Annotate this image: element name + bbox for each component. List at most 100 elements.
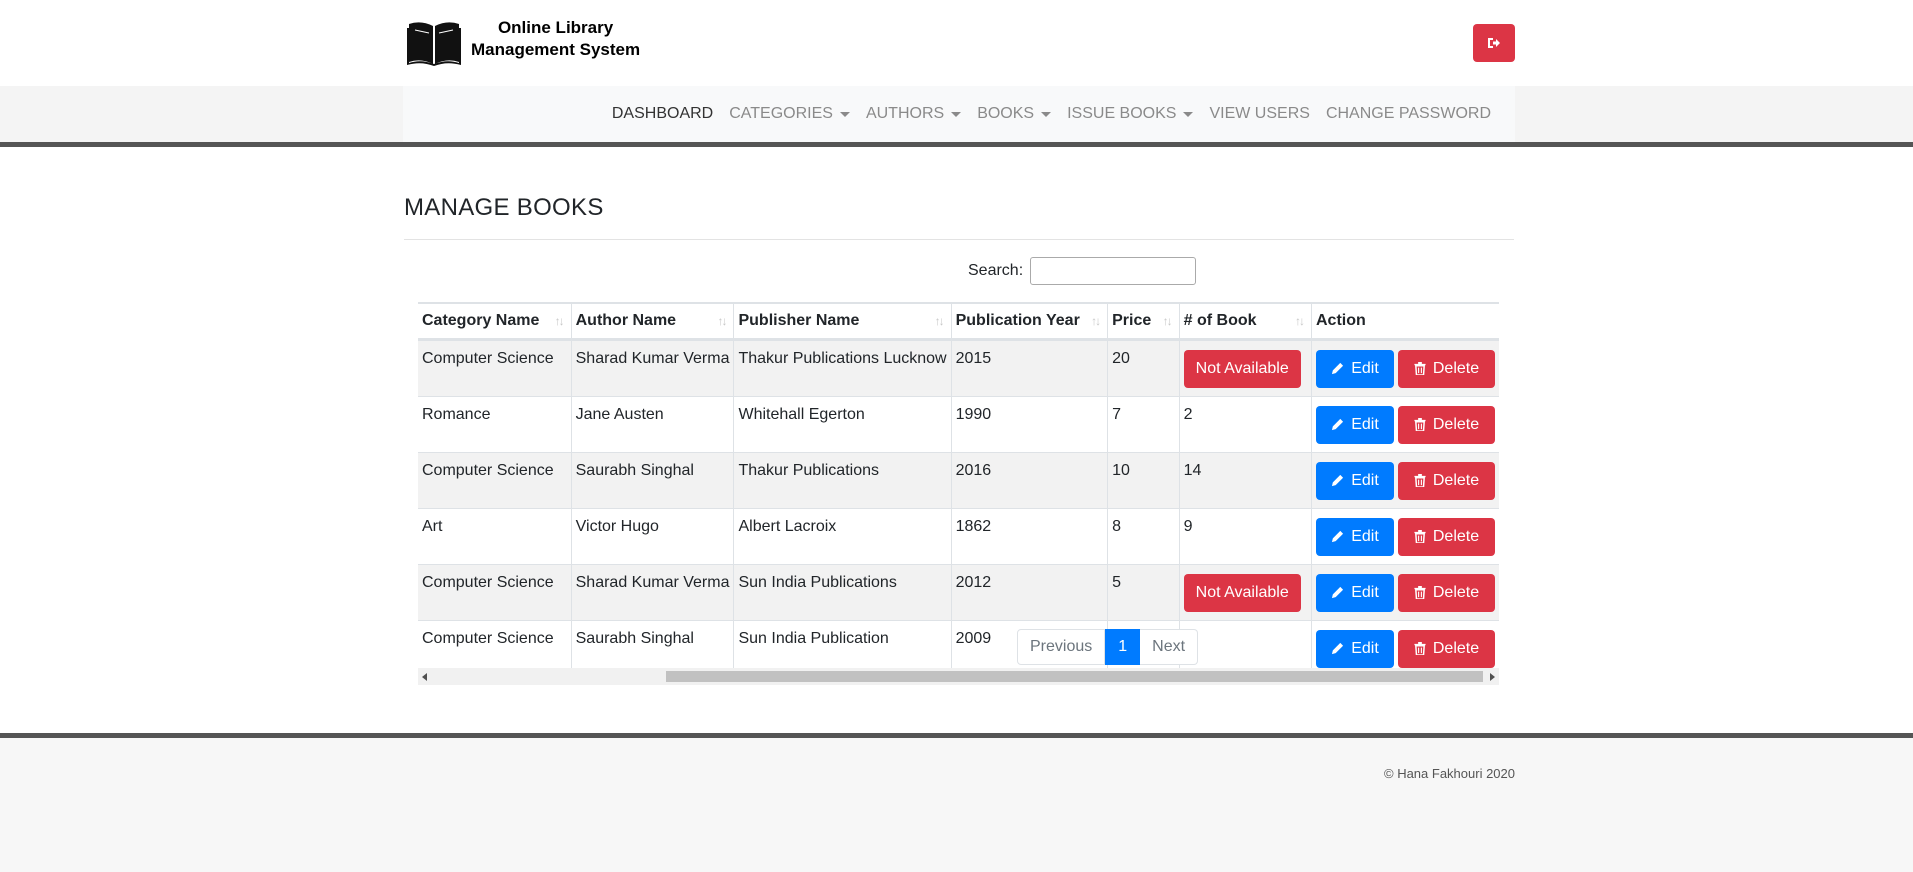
- logout-button[interactable]: [1473, 24, 1515, 62]
- nav-issue-books-label: ISSUE BOOKS: [1067, 105, 1177, 122]
- table-row: Computer Science Sharad Kumar Verma Thakur…: [418, 339, 1499, 397]
- edit-label: Edit: [1351, 471, 1379, 489]
- scroll-left-icon[interactable]: [422, 673, 427, 681]
- scroll-right-icon[interactable]: [1490, 673, 1495, 681]
- pencil-icon: [1332, 418, 1344, 431]
- row-actions: Edit Delete: [1316, 629, 1495, 668]
- delete-label: Delete: [1432, 639, 1480, 657]
- price-cell: 5: [1107, 564, 1180, 621]
- delete-button[interactable]: Delete: [1398, 405, 1495, 444]
- delete-button[interactable]: Delete: [1398, 461, 1495, 500]
- table-row: Art Victor Hugo Albert Lacroix 1862 8 9 Edit De…: [418, 508, 1499, 565]
- year-cell: 1990: [950, 396, 1108, 453]
- sign-out-icon: [1488, 38, 1500, 48]
- action-cell: Edit Delete: [1311, 452, 1499, 509]
- previous-page-button[interactable]: Previous: [1017, 629, 1106, 665]
- sort-icon: ↑↓: [554, 314, 565, 328]
- year-cell: 2015: [950, 339, 1108, 397]
- count-cell: 9: [1178, 508, 1312, 565]
- author-cell: Sharad Kumar Verma: [570, 339, 734, 397]
- pencil-icon: [1332, 642, 1344, 655]
- nav-authors[interactable]: AUTHORS: [865, 105, 962, 123]
- edit-button[interactable]: Edit: [1316, 405, 1394, 444]
- publisher-cell: Whitehall Egerton: [733, 396, 952, 453]
- current-page-button[interactable]: 1: [1105, 629, 1141, 665]
- horizontal-scrollbar[interactable]: [418, 668, 1499, 685]
- edit-label: Edit: [1351, 359, 1379, 377]
- column-header-year[interactable]: Publication Year ↑↓: [950, 302, 1108, 341]
- edit-button[interactable]: Edit: [1316, 573, 1394, 612]
- author-cell: Victor Hugo: [570, 508, 734, 565]
- edit-button[interactable]: Edit: [1316, 461, 1394, 500]
- edit-button[interactable]: Edit: [1316, 349, 1394, 388]
- delete-button[interactable]: Delete: [1398, 349, 1495, 388]
- nav-categories-label: CATEGORIES: [729, 105, 833, 122]
- row-actions: Edit Delete: [1316, 461, 1495, 500]
- nav-change-password-label: CHANGE PASSWORD: [1325, 105, 1491, 122]
- scrollbar-thumb[interactable]: [666, 671, 1483, 682]
- table-header-row: Category Name ↑↓ Author Name ↑↓ Publisher …: [418, 302, 1499, 341]
- edit-button[interactable]: Edit: [1316, 629, 1394, 668]
- column-header-author[interactable]: Author Name ↑↓: [570, 302, 734, 341]
- publisher-cell: Sun India Publications: [733, 564, 952, 621]
- action-cell: Edit Delete: [1311, 564, 1499, 621]
- publisher-cell: Thakur Publications Lucknow: [733, 339, 952, 397]
- copyright-text: © Hana Fakhouri 2020: [1384, 766, 1515, 781]
- site-title-line2: Management System: [471, 40, 641, 59]
- column-header-count[interactable]: # of Book ↑↓: [1178, 302, 1312, 341]
- price-cell: 20: [1107, 339, 1180, 397]
- trash-icon: [1414, 586, 1426, 599]
- title-divider: [404, 239, 1514, 240]
- nav-change-password[interactable]: CHANGE PASSWORD: [1326, 105, 1491, 123]
- publisher-cell: Thakur Publications: [733, 452, 952, 509]
- edit-label: Edit: [1351, 639, 1379, 657]
- table-body: Computer Science Sharad Kumar Verma Thakur…: [418, 339, 1499, 677]
- author-cell: Sharad Kumar Verma: [570, 564, 734, 621]
- year-cell: 1862: [950, 508, 1108, 565]
- pagination: Previous 1 Next: [1017, 629, 1199, 665]
- site-header: Online Library Management System: [0, 0, 1913, 86]
- trash-icon: [1414, 474, 1426, 487]
- delete-label: Delete: [1432, 415, 1480, 433]
- next-page-button[interactable]: Next: [1140, 629, 1199, 665]
- column-header-category[interactable]: Category Name ↑↓: [418, 302, 572, 341]
- search-input[interactable]: [1030, 257, 1197, 285]
- author-cell: Saurabh Singhal: [570, 452, 734, 509]
- search-label: Search:: [968, 262, 1024, 279]
- open-book-icon: [407, 22, 461, 66]
- delete-button[interactable]: Delete: [1398, 517, 1495, 556]
- nav-dashboard[interactable]: DASHBOARD: [612, 105, 713, 123]
- column-header-publisher[interactable]: Publisher Name ↑↓: [733, 302, 952, 341]
- delete-button[interactable]: Delete: [1398, 629, 1495, 668]
- books-table: Category Name ↑↓ Author Name ↑↓ Publisher …: [418, 302, 1499, 677]
- nav-view-users[interactable]: VIEW USERS: [1209, 105, 1309, 123]
- nav-categories[interactable]: CATEGORIES: [729, 105, 850, 123]
- edit-button[interactable]: Edit: [1316, 517, 1394, 556]
- row-actions: Edit Delete: [1316, 573, 1495, 612]
- year-cell: 2016: [950, 452, 1108, 509]
- delete-button[interactable]: Delete: [1398, 573, 1495, 612]
- navbar-band: DASHBOARD CATEGORIES AUTHORS BOOKS ISSUE…: [0, 86, 1913, 147]
- trash-icon: [1414, 530, 1426, 543]
- count-cell: Not Available: [1178, 339, 1312, 397]
- nav-issue-books[interactable]: ISSUE BOOKS: [1067, 105, 1194, 123]
- site-footer: © Hana Fakhouri 2020: [0, 733, 1913, 872]
- caret-down-icon: [839, 111, 850, 117]
- column-header-price[interactable]: Price ↑↓: [1107, 302, 1180, 341]
- column-header-label: Publication Year: [955, 312, 1080, 329]
- row-actions: Edit Delete: [1316, 405, 1495, 444]
- not-available-badge: Not Available: [1183, 573, 1301, 612]
- author-cell: Jane Austen: [570, 396, 734, 453]
- edit-label: Edit: [1351, 415, 1379, 433]
- column-header-label: Author Name: [575, 312, 677, 329]
- row-actions: Edit Delete: [1316, 517, 1495, 556]
- site-title-line1: Online Library: [497, 18, 614, 37]
- nav-dashboard-label: DASHBOARD: [611, 105, 714, 122]
- edit-label: Edit: [1351, 527, 1379, 545]
- nav-authors-label: AUTHORS: [865, 105, 945, 122]
- count-cell: Not Available: [1178, 564, 1312, 621]
- nav-books[interactable]: BOOKS: [977, 105, 1052, 123]
- price-cell: 8: [1107, 508, 1180, 565]
- column-header-label: Category Name: [422, 312, 540, 329]
- main-navbar: DASHBOARD CATEGORIES AUTHORS BOOKS ISSUE…: [403, 86, 1515, 142]
